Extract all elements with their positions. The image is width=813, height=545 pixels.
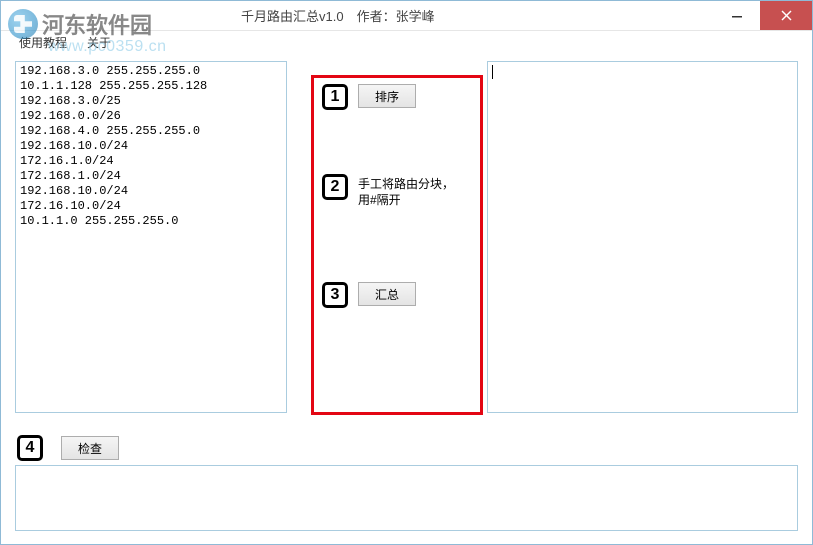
menu-about[interactable]: 关于 — [87, 34, 111, 51]
output-textarea[interactable] — [487, 61, 798, 413]
menu-tutorial[interactable]: 使用教程 — [19, 34, 67, 51]
app-window: 千月路由汇总v1.0 作者：张学峰 使用教程 关于 1 排序 2 手工将路由分块… — [0, 0, 813, 545]
summarize-button[interactable]: 汇总 — [358, 282, 416, 306]
close-button[interactable] — [760, 1, 812, 30]
step-number-icon: 1 — [322, 84, 348, 110]
step-2: 2 手工将路由分块，用#隔开 — [322, 174, 480, 208]
text-caret-icon — [492, 65, 493, 79]
content-area: 1 排序 2 手工将路由分块，用#隔开 3 汇总 4 检查 — [15, 57, 798, 534]
step-3: 3 汇总 — [322, 282, 480, 308]
step-number-icon: 4 — [17, 435, 43, 461]
titlebar: 千月路由汇总v1.0 作者：张学峰 — [1, 1, 812, 31]
window-title: 千月路由汇总v1.0 作者：张学峰 — [231, 6, 714, 25]
minimize-button[interactable] — [714, 1, 760, 30]
step-number-icon: 3 — [322, 282, 348, 308]
step-2-instruction: 手工将路由分块，用#隔开 — [358, 174, 458, 208]
step-number-icon: 2 — [322, 174, 348, 200]
routes-input[interactable] — [15, 61, 287, 413]
steps-panel: 1 排序 2 手工将路由分块，用#隔开 3 汇总 — [311, 75, 483, 415]
menubar: 使用教程 关于 — [1, 31, 812, 53]
check-button[interactable]: 检查 — [61, 436, 119, 460]
step-4-row: 4 检查 — [17, 435, 119, 461]
step-1: 1 排序 — [322, 84, 480, 110]
check-output[interactable] — [15, 465, 798, 531]
sort-button[interactable]: 排序 — [358, 84, 416, 108]
